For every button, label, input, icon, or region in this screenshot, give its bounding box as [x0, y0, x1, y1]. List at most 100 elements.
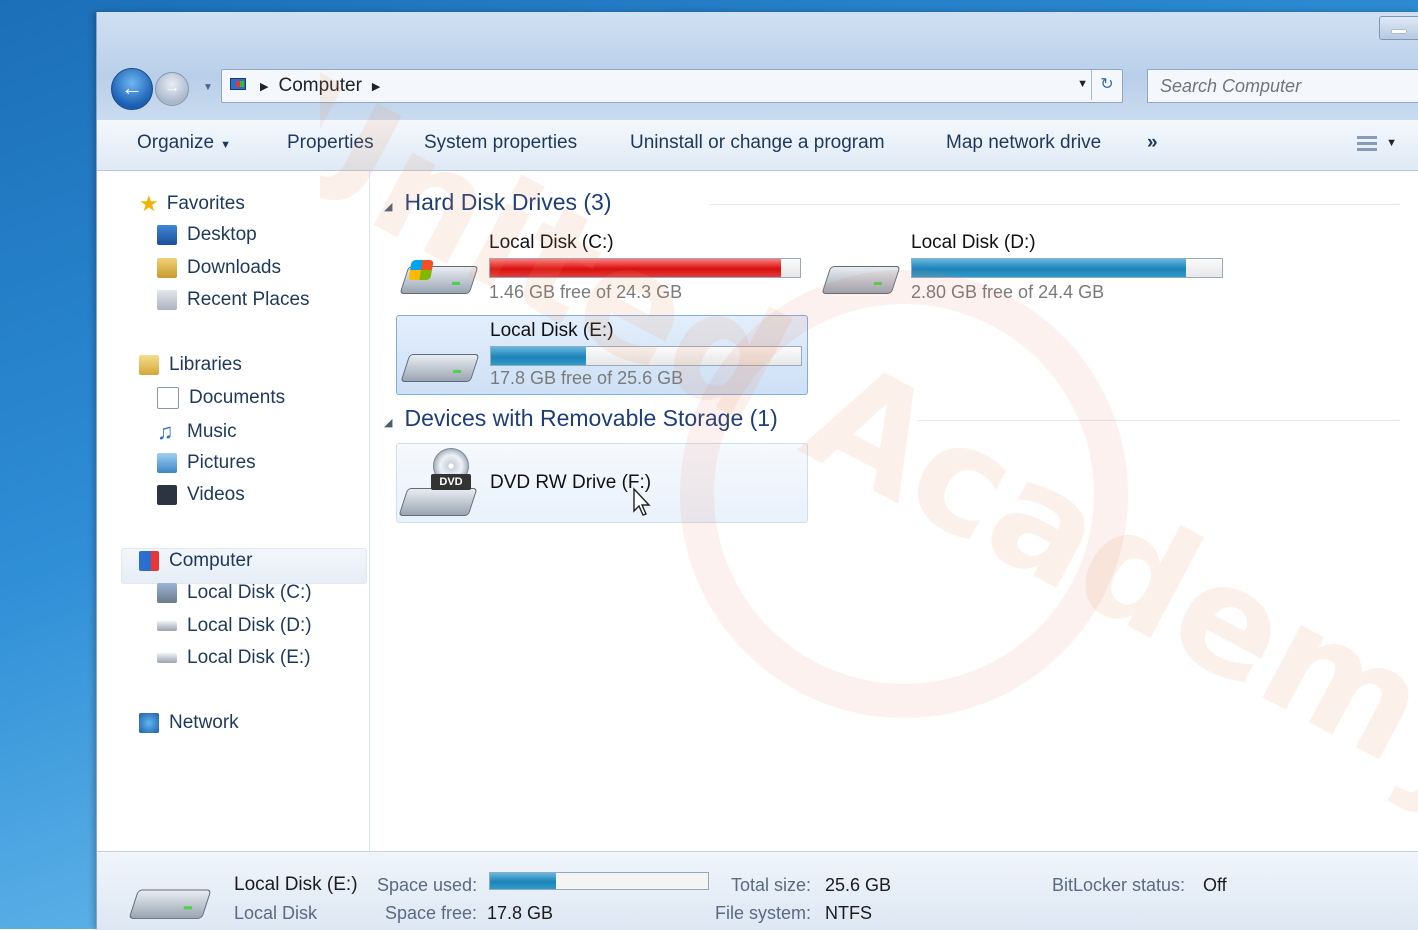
properties-button[interactable]: Properties [287, 132, 374, 154]
nav-desktop-label: Desktop [187, 224, 257, 245]
nav-local-disk-c[interactable]: Local Disk (C:) [157, 582, 312, 604]
chevron-down-icon: ▼ [220, 139, 231, 151]
title-bar: ← → ▼ ▶ Computer ▶ ▼ ↻ [97, 12, 1418, 120]
details-pane: Local Disk (E:) Local Disk Space used: S… [97, 851, 1418, 930]
nav-local-disk-e[interactable]: Local Disk (E:) [157, 647, 311, 669]
drive-d-usage-bar [911, 258, 1223, 278]
back-arrow-icon[interactable]: ← [111, 68, 153, 110]
drive-d-free-space: 2.80 GB free of 24.4 GB [911, 282, 1105, 302]
mouse-cursor-icon [633, 487, 651, 516]
drive-c-usage-bar [489, 258, 801, 278]
nav-network-label: Network [169, 712, 239, 733]
nav-libraries[interactable]: Libraries [139, 354, 242, 376]
view-options-icon [1357, 136, 1377, 154]
system-drive-icon [399, 256, 479, 296]
nav-recent-label: Recent Places [187, 289, 310, 310]
nav-libraries-label: Libraries [169, 354, 242, 375]
documents-icon [157, 387, 179, 409]
computer-icon [139, 551, 159, 571]
drive-local-disk-c[interactable]: Local Disk (C:) 1.46 GB free of 24.3 GB [396, 226, 806, 304]
recent-pages-chevron-icon[interactable]: ▼ [203, 82, 213, 93]
uninstall-program-button[interactable]: Uninstall or change a program [630, 132, 885, 154]
hard-disk-drives-header: Hard Disk Drives (3) [404, 189, 612, 215]
hard-drive-icon [821, 256, 901, 296]
libraries-icon [139, 355, 159, 375]
file-system-label: File system: [715, 903, 812, 923]
bitlocker-value: Off [1203, 875, 1227, 895]
system-drive-icon [157, 583, 177, 603]
removable-storage-header: Devices with Removable Storage (1) [404, 405, 778, 431]
nav-computer-label: Computer [169, 550, 253, 571]
group-divider [918, 420, 1400, 421]
collapse-arrow-icon: ◢ [384, 201, 393, 213]
computer-icon [230, 78, 250, 94]
hard-disk-drives-group[interactable]: ◢ Hard Disk Drives (3) [384, 189, 612, 216]
space-used-bar [489, 872, 709, 890]
total-size-value: 25.6 GB [825, 875, 892, 895]
drive-local-disk-d[interactable]: Local Disk (D:) 2.80 GB free of 24.4 GB [818, 226, 1228, 304]
address-bar[interactable]: ▶ Computer ▶ ▼ ↻ [221, 69, 1123, 103]
dvd-drive-name: DVD RW Drive (F:) [490, 472, 652, 493]
nav-disk-c-label: Local Disk (C:) [187, 582, 312, 603]
bitlocker-label: BitLocker status: [1052, 875, 1186, 895]
space-free-label: Space free: [385, 903, 478, 923]
drive-local-disk-e[interactable]: Local Disk (E:) 17.8 GB free of 25.6 GB [396, 315, 808, 395]
desktop-icon [157, 225, 177, 245]
map-network-drive-button[interactable]: Map network drive [946, 132, 1101, 154]
collapse-arrow-icon: ◢ [384, 417, 393, 429]
organize-label: Organize [137, 132, 215, 153]
nav-pictures[interactable]: Pictures [157, 452, 256, 474]
nav-desktop[interactable]: Desktop [157, 224, 257, 246]
breadcrumb-computer[interactable]: Computer [278, 75, 361, 97]
total-size-label: Total size: [731, 875, 812, 895]
recent-places-icon [157, 290, 177, 310]
forward-arrow-icon[interactable]: → [155, 72, 189, 106]
more-commands-button[interactable]: » [1147, 132, 1158, 154]
system-properties-button[interactable]: System properties [424, 132, 577, 154]
removable-storage-group[interactable]: ◢ Devices with Removable Storage (1) [384, 405, 778, 432]
breadcrumb-arrow-icon[interactable]: ▶ [372, 80, 380, 93]
drive-c-free-space: 1.46 GB free of 24.3 GB [489, 282, 683, 302]
nav-videos[interactable]: Videos [157, 484, 245, 506]
nav-network[interactable]: Network [139, 712, 239, 734]
drive-dvd-rw[interactable]: DVD DVD RW Drive (F:) [396, 443, 808, 523]
videos-icon [157, 485, 177, 505]
address-dropdown-icon[interactable]: ▼ [1077, 78, 1088, 90]
command-bar: Organize ▼ Properties System properties U… [97, 120, 1418, 171]
search-input[interactable] [1148, 74, 1418, 98]
refresh-icon[interactable]: ↻ [1091, 70, 1122, 100]
hard-drive-icon [128, 879, 212, 921]
drive-d-usage-fill [912, 259, 1187, 277]
drive-e-usage-bar [490, 346, 802, 366]
space-used-fill [490, 873, 557, 889]
nav-documents-label: Documents [189, 387, 286, 408]
nav-favorites[interactable]: ★ Favorites [139, 191, 245, 217]
details-subtitle: Local Disk [234, 903, 318, 923]
drive-e-name: Local Disk (E:) [490, 320, 614, 341]
nav-music-label: Music [187, 421, 237, 442]
music-icon: ♫ [157, 419, 174, 444]
hard-drive-icon [157, 653, 177, 663]
dvd-badge: DVD [431, 474, 471, 490]
nav-disk-e-label: Local Disk (E:) [187, 647, 311, 668]
details-title: Local Disk (E:) [234, 874, 358, 895]
nav-downloads[interactable]: Downloads [157, 257, 281, 279]
hard-drive-icon [400, 344, 480, 384]
nav-documents[interactable]: Documents [157, 387, 285, 409]
nav-local-disk-d[interactable]: Local Disk (D:) [157, 615, 312, 637]
nav-music[interactable]: ♫ Music [157, 419, 237, 445]
pictures-icon [157, 453, 177, 473]
nav-favorites-label: Favorites [166, 193, 245, 214]
breadcrumb-arrow-icon[interactable]: ▶ [260, 80, 268, 93]
nav-recent-places[interactable]: Recent Places [157, 289, 310, 311]
nav-computer[interactable]: Computer [139, 550, 252, 572]
search-box[interactable] [1147, 69, 1418, 103]
downloads-folder-icon [157, 258, 177, 278]
nav-disk-d-label: Local Disk (D:) [187, 615, 312, 636]
change-view-button[interactable]: ▼ [1357, 134, 1397, 156]
space-used-label: Space used: [377, 875, 478, 895]
nav-videos-label: Videos [187, 484, 245, 505]
minimize-button[interactable] [1379, 16, 1418, 40]
organize-button[interactable]: Organize ▼ [137, 132, 231, 154]
file-system-value: NTFS [825, 903, 872, 923]
